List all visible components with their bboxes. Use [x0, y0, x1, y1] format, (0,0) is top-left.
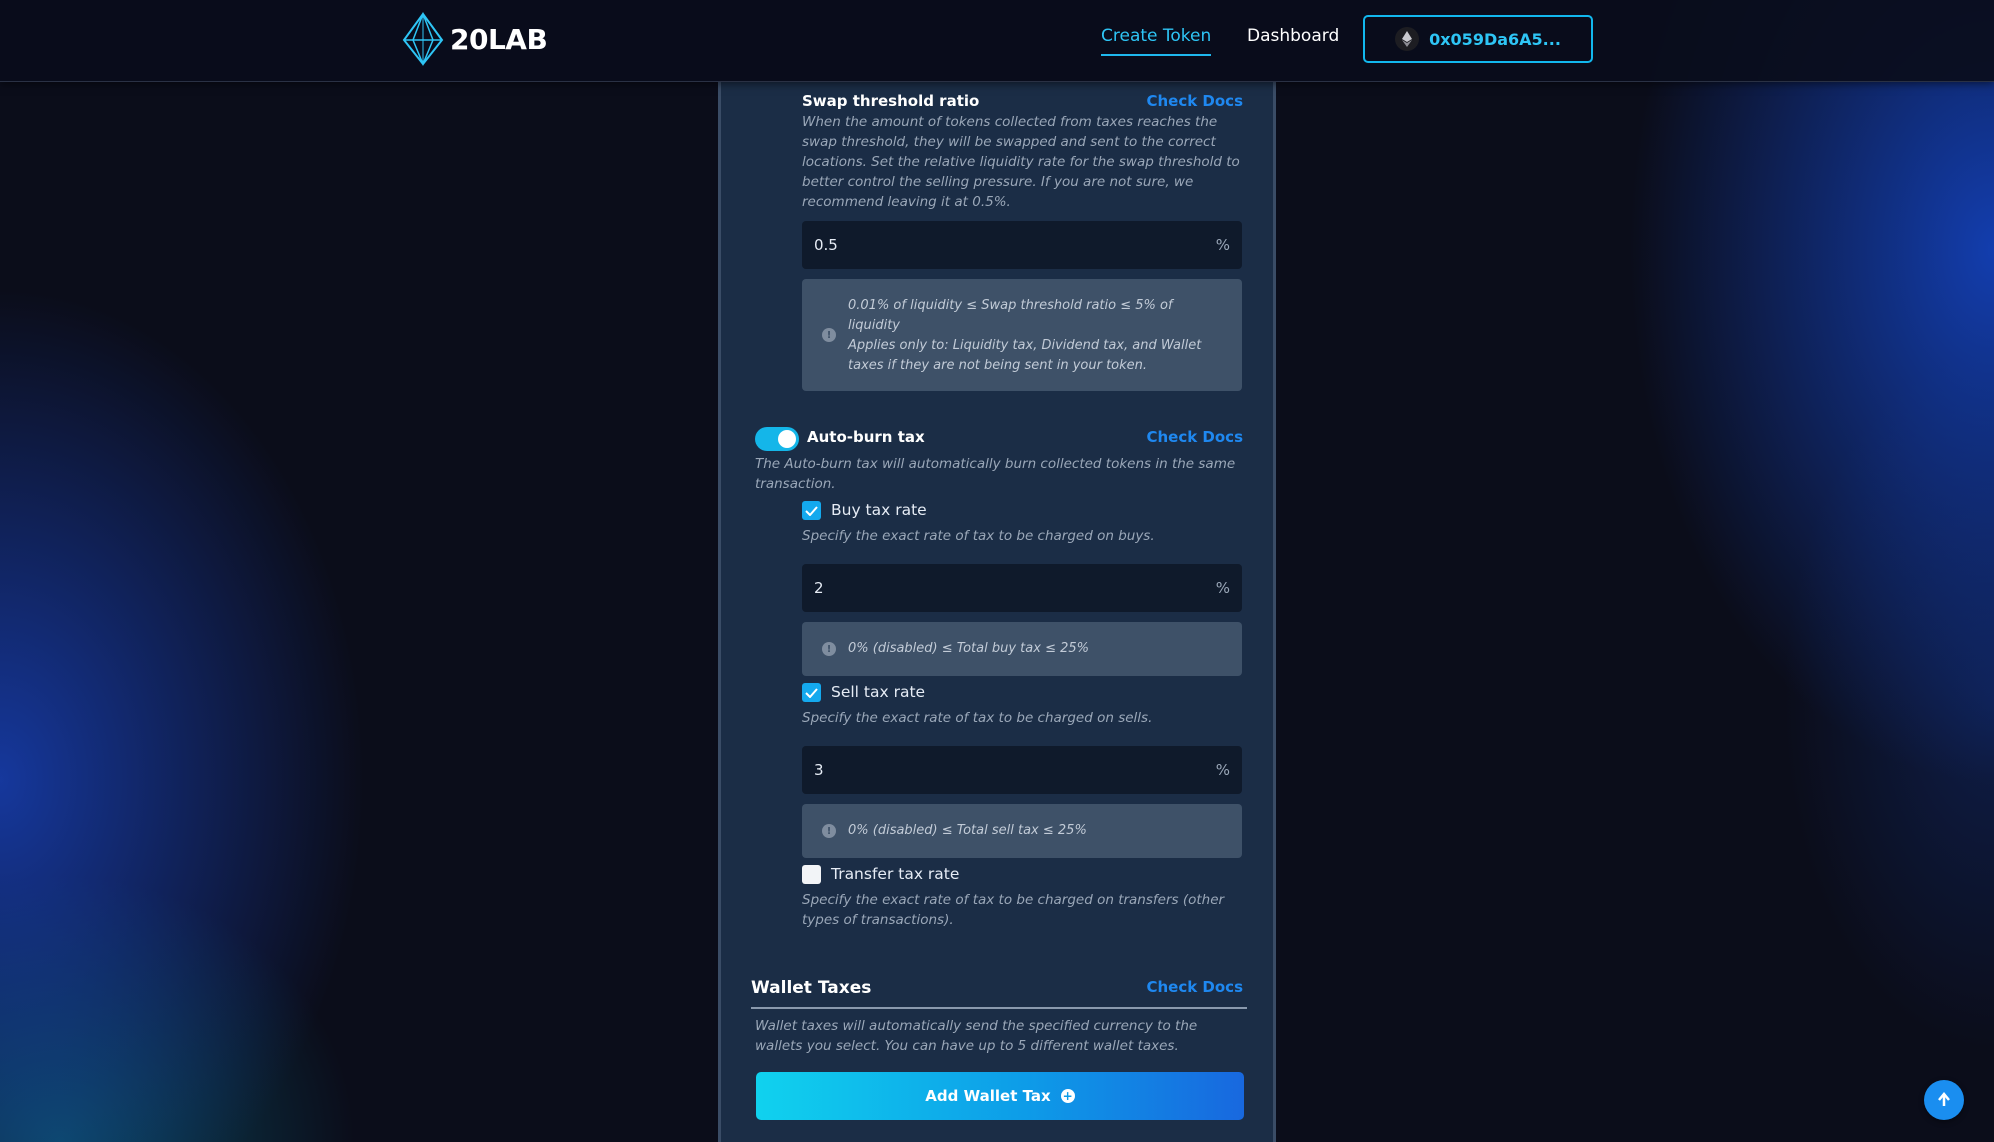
- sell-tax-checkbox[interactable]: [802, 683, 821, 702]
- swap-threshold-info-range: 0.01% of liquidity ≤ Swap threshold rati…: [848, 298, 1173, 333]
- auto-burn-title: Auto-burn tax: [807, 428, 925, 446]
- sell-tax-input[interactable]: 3 %: [802, 746, 1242, 794]
- swap-threshold-info-box: ! 0.01% of liquidity ≤ Swap threshold ra…: [802, 279, 1242, 391]
- swap-threshold-title: Swap threshold ratio: [802, 92, 980, 110]
- buy-tax-checkbox[interactable]: [802, 501, 821, 520]
- buy-tax-info: 0% (disabled) ≤ Total buy tax ≤ 25%: [848, 641, 1089, 656]
- nav-dashboard[interactable]: Dashboard: [1247, 26, 1339, 46]
- add-wallet-tax-button[interactable]: Add Wallet Tax +: [756, 1072, 1244, 1120]
- buy-tax-label: Buy tax rate: [831, 501, 927, 519]
- swap-threshold-info-applies: Applies only to: Liquidity tax, Dividend…: [848, 338, 1202, 373]
- transfer-tax-label: Transfer tax rate: [831, 865, 960, 883]
- ethereum-icon: [1395, 27, 1420, 51]
- nav-create-token[interactable]: Create Token: [1101, 26, 1212, 56]
- wallet-address: 0x059Da6A5...: [1429, 29, 1561, 49]
- add-wallet-tax-label: Add Wallet Tax: [925, 1087, 1051, 1105]
- auto-burn-description: The Auto-burn tax will automatically bur…: [755, 456, 1236, 492]
- diamond-logo-icon: [402, 12, 444, 66]
- logo[interactable]: 20LAB: [400, 12, 548, 66]
- arrow-up-icon: [1938, 1092, 1950, 1106]
- scroll-to-top-button[interactable]: [1924, 1080, 1964, 1120]
- swap-threshold-input[interactable]: 0.5 %: [802, 221, 1242, 269]
- buy-tax-description: Specify the exact rate of tax to be char…: [802, 528, 1155, 544]
- logo-text: 20LAB: [450, 22, 548, 56]
- wallet-taxes-title: Wallet Taxes: [751, 978, 872, 998]
- auto-burn-toggle[interactable]: [755, 427, 799, 451]
- sell-tax-value: 3: [814, 761, 824, 779]
- auto-burn-docs-link[interactable]: Check Docs: [1146, 428, 1243, 446]
- wallet-button[interactable]: 0x059Da6A5...: [1363, 15, 1593, 63]
- info-icon: !: [822, 328, 836, 342]
- transfer-tax-description: Specify the exact rate of tax to be char…: [802, 892, 1225, 928]
- swap-threshold-docs-link[interactable]: Check Docs: [1146, 92, 1243, 110]
- sell-tax-label: Sell tax rate: [831, 683, 926, 701]
- swap-threshold-value: 0.5: [814, 236, 838, 254]
- info-icon: !: [822, 824, 836, 838]
- wallet-taxes-description: Wallet taxes will automatically send the…: [755, 1018, 1198, 1054]
- wallet-taxes-docs-link[interactable]: Check Docs: [1146, 978, 1243, 996]
- percent-unit: %: [1215, 579, 1230, 597]
- buy-tax-input[interactable]: 2 %: [802, 564, 1242, 612]
- swap-threshold-description: When the amount of tokens collected from…: [802, 114, 1240, 210]
- check-icon: [805, 505, 818, 516]
- top-navbar: 20LAB Create Token Dashboard 0x059Da6A5.…: [0, 0, 1994, 82]
- check-icon: [805, 687, 818, 698]
- wallet-taxes-divider: [751, 1007, 1247, 1009]
- sell-tax-description: Specify the exact rate of tax to be char…: [802, 710, 1153, 726]
- buy-tax-value: 2: [814, 579, 824, 597]
- sell-tax-info-box: ! 0% (disabled) ≤ Total sell tax ≤ 25%: [802, 804, 1242, 858]
- transfer-tax-checkbox[interactable]: [802, 865, 821, 884]
- plus-circle-icon: +: [1060, 1089, 1075, 1103]
- info-icon: !: [822, 642, 836, 656]
- sell-tax-info: 0% (disabled) ≤ Total sell tax ≤ 25%: [848, 823, 1087, 838]
- buy-tax-info-box: ! 0% (disabled) ≤ Total buy tax ≤ 25%: [802, 622, 1242, 676]
- percent-unit: %: [1215, 761, 1230, 779]
- token-form-panel: Swap threshold ratio Check Docs When the…: [718, 82, 1276, 1142]
- percent-unit: %: [1215, 236, 1230, 254]
